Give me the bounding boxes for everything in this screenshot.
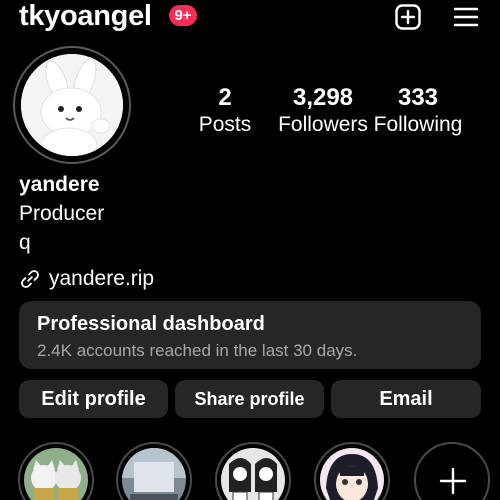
edit-profile-button[interactable]: Edit profile: [19, 380, 168, 418]
avatar[interactable]: [21, 54, 123, 156]
following-count: 333: [397, 84, 439, 111]
highlight-manga-girls[interactable]: [215, 442, 291, 500]
posts-stat[interactable]: 2 Posts: [190, 84, 260, 138]
link-icon: [21, 270, 39, 288]
email-button[interactable]: Email: [331, 380, 481, 418]
manga-girls-thumbnail-icon: [221, 448, 285, 500]
share-profile-button[interactable]: Share profile: [175, 380, 324, 418]
following-label: Following: [373, 113, 463, 136]
dashboard-subtitle: 2.4K accounts reached in the last 30 day…: [37, 341, 358, 360]
professional-dashboard-card[interactable]: Professional dashboard 2.4K accounts rea…: [19, 301, 481, 369]
anime-girl-thumbnail-icon: [320, 448, 384, 500]
following-stat[interactable]: 333 Following: [372, 84, 464, 138]
profile-username[interactable]: tkyoangel: [19, 0, 152, 33]
dashboard-title: Professional dashboard: [37, 313, 265, 335]
plus-icon: [439, 467, 467, 495]
cats-thumbnail-icon: [24, 448, 88, 500]
photo-thumbnail-icon: [122, 448, 186, 500]
bio-line: q: [19, 231, 31, 254]
highlight-photo[interactable]: [116, 442, 192, 500]
menu-icon[interactable]: [453, 4, 479, 30]
add-highlight-button[interactable]: [414, 442, 490, 500]
notification-badge[interactable]: 9+: [169, 5, 197, 26]
highlight-anime-girl[interactable]: [314, 442, 390, 500]
bio-line: Producer: [19, 202, 105, 225]
followers-stat[interactable]: 3,298 Followers: [276, 84, 370, 138]
new-post-icon[interactable]: [395, 4, 421, 30]
top-bar: tkyoangel 9+: [0, 0, 500, 40]
followers-label: Followers: [278, 113, 368, 136]
highlight-cats[interactable]: [18, 442, 94, 500]
display-name: yandere: [19, 173, 100, 196]
bunny-avatar-icon: [21, 54, 123, 156]
posts-label: Posts: [198, 113, 252, 136]
posts-count: 2: [218, 84, 232, 111]
profile-link[interactable]: yandere.rip: [19, 265, 154, 293]
followers-count: 3,298: [292, 84, 354, 111]
link-text[interactable]: yandere.rip: [49, 267, 154, 291]
